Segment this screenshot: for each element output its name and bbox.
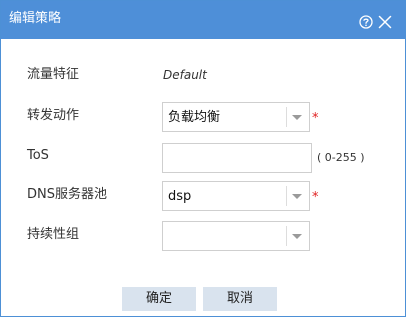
close-icon[interactable] — [378, 15, 392, 29]
tos-input[interactable] — [162, 143, 312, 173]
help-circle-icon[interactable] — [359, 15, 373, 29]
dialog-titlebar: 编辑策略 — [1, 1, 405, 39]
select-divider — [286, 107, 287, 127]
dialog-title: 编辑策略 — [9, 11, 62, 26]
persistence-group-label: 持续性组 — [27, 227, 80, 242]
dns-pool-label: DNS服务器池 — [27, 187, 107, 202]
traffic-feature-label: 流量特征 — [27, 67, 80, 82]
dropdown-arrow-icon[interactable] — [292, 234, 302, 239]
dropdown-arrow-icon[interactable] — [292, 194, 302, 199]
select-divider — [286, 226, 287, 246]
required-asterisk: * — [312, 111, 319, 126]
forward-action-selected-value: 负载均衡 — [168, 110, 221, 125]
dropdown-arrow-icon[interactable] — [292, 115, 302, 120]
select-divider — [286, 186, 287, 206]
dns-pool-selected-value: dsp — [168, 189, 192, 204]
required-asterisk: * — [312, 190, 319, 205]
persistence-group-select[interactable] — [162, 221, 310, 251]
forward-action-select[interactable]: 负载均衡 — [162, 102, 310, 132]
traffic-feature-value: Default — [163, 68, 207, 82]
cancel-button[interactable]: 取消 — [203, 287, 277, 311]
tos-range-hint: ( 0-255 ) — [317, 151, 365, 164]
edit-policy-dialog: 编辑策略 流量特征 Default 转发动作 负载均衡 * ToS ( 0-25… — [0, 0, 406, 317]
ok-button[interactable]: 确定 — [122, 287, 196, 311]
forward-action-label: 转发动作 — [27, 108, 80, 123]
dns-pool-select[interactable]: dsp — [162, 181, 310, 211]
tos-label: ToS — [27, 148, 49, 163]
